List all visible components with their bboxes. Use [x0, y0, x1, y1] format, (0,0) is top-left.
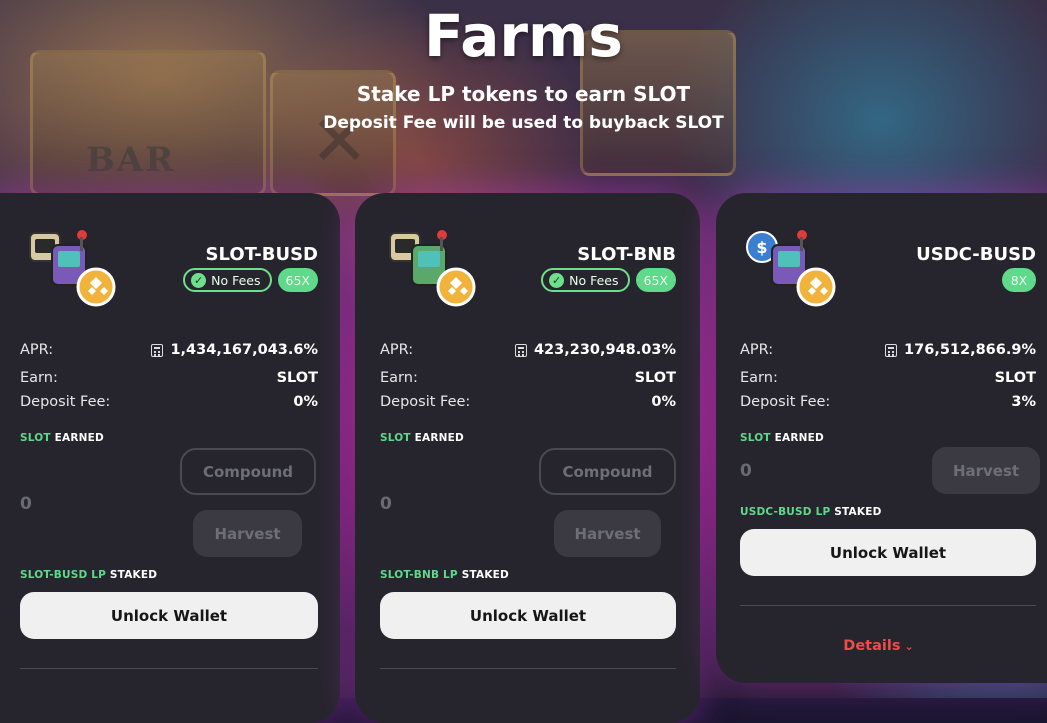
earned-value: 0: [380, 494, 392, 514]
deposit-fee-row: Deposit Fee: 0%: [20, 394, 318, 410]
earn-row: Earn: SLOT: [380, 370, 676, 386]
page-title: Farms: [424, 2, 623, 70]
farm-name: SLOT-BNB: [577, 244, 676, 265]
farm-card-usdc-busd: $ USDC-BUSD 8X APR: 176,512,866.9% Earn:…: [716, 193, 1047, 683]
staked-suffix-label: STAKED: [834, 506, 882, 518]
apr-value: 1,434,167,043.6%: [170, 342, 318, 358]
slot-machine-logo-icon: [29, 230, 116, 307]
apr-label: APR:: [380, 342, 414, 358]
check-circle-icon: ✓: [191, 272, 207, 288]
earned-value: 0: [20, 494, 32, 514]
staked-section-label: SLOT-BNB LP STAKED: [380, 569, 509, 581]
divider: [380, 668, 676, 669]
earned-suffix-label: EARNED: [774, 432, 824, 444]
details-toggle[interactable]: Details ⌄: [720, 638, 1037, 654]
reel-bar-symbol: BAR: [86, 140, 176, 180]
calculator-icon[interactable]: [514, 343, 527, 357]
earned-token-label: SLOT: [20, 432, 51, 444]
apr-row: APR: 423,230,948.03%: [380, 342, 676, 358]
compound-button[interactable]: Compound: [539, 448, 676, 495]
farm-badges: 8X: [1002, 268, 1036, 292]
farm-name: SLOT-BUSD: [205, 244, 318, 265]
apr-row: APR: 1,434,167,043.6%: [20, 342, 318, 358]
unlock-wallet-button[interactable]: Unlock Wallet: [20, 592, 318, 639]
farm-badges: ✓ No Fees 65X: [183, 268, 318, 292]
earned-section-label: SLOT EARNED: [380, 432, 464, 444]
no-fees-label: No Fees: [211, 272, 261, 288]
staked-suffix-label: STAKED: [461, 569, 509, 581]
staked-lp-label: SLOT-BUSD LP: [20, 569, 107, 581]
staked-lp-label: USDC-BUSD LP: [740, 506, 831, 518]
calculator-icon[interactable]: [885, 343, 898, 357]
earn-value: SLOT: [634, 370, 676, 386]
chevron-down-icon: ⌄: [904, 640, 914, 653]
page-subtitle: Stake LP tokens to earn SLOT: [356, 82, 691, 106]
no-fees-badge: ✓ No Fees: [541, 268, 630, 292]
earned-token-label: SLOT: [380, 432, 411, 444]
farm-name: USDC-BUSD: [916, 244, 1036, 265]
deposit-fee-row: Deposit Fee: 0%: [380, 394, 676, 410]
details-label: Details: [843, 638, 901, 654]
earn-value: SLOT: [276, 370, 318, 386]
deposit-fee-label: Deposit Fee:: [740, 394, 831, 410]
earned-value: 0: [740, 461, 752, 481]
page-note: Deposit Fee will be used to buyback SLOT: [323, 113, 724, 133]
earned-token-label: SLOT: [740, 432, 771, 444]
farm-card-slot-busd: SLOT-BUSD ✓ No Fees 65X APR: 1,434,167,0…: [0, 193, 340, 723]
earn-label: Earn:: [380, 370, 418, 386]
earned-suffix-label: EARNED: [414, 432, 464, 444]
unlock-wallet-button[interactable]: Unlock Wallet: [740, 529, 1036, 576]
staked-lp-label: SLOT-BNB LP: [380, 569, 458, 581]
earn-value: SLOT: [994, 370, 1036, 386]
earned-section-label: SLOT EARNED: [20, 432, 104, 444]
no-fees-badge: ✓ No Fees: [183, 268, 272, 292]
farm-badges: ✓ No Fees 65X: [541, 268, 676, 292]
apr-value: 176,512,866.9%: [904, 342, 1036, 358]
divider: [740, 605, 1036, 606]
apr-label: APR:: [740, 342, 774, 358]
harvest-button[interactable]: Harvest: [932, 447, 1040, 494]
multiplier-badge: 65X: [635, 268, 676, 292]
slot-machine-logo-icon: $: [746, 230, 836, 307]
calculator-icon[interactable]: [151, 343, 164, 357]
check-circle-icon: ✓: [549, 272, 565, 288]
staked-suffix-label: STAKED: [109, 569, 158, 581]
no-fees-label: No Fees: [569, 272, 619, 288]
earn-label: Earn:: [20, 370, 58, 386]
svg-text:$: $: [756, 238, 767, 257]
earn-row: Earn: SLOT: [740, 370, 1036, 386]
earn-label: Earn:: [740, 370, 778, 386]
harvest-button[interactable]: Harvest: [554, 510, 661, 557]
earn-row: Earn: SLOT: [20, 370, 318, 386]
deposit-fee-value: 0%: [293, 394, 318, 410]
multiplier-badge: 65X: [277, 268, 318, 292]
slot-machine-logo-icon: [389, 230, 476, 307]
deposit-fee-label: Deposit Fee:: [20, 394, 111, 410]
unlock-wallet-button[interactable]: Unlock Wallet: [380, 592, 676, 639]
apr-row: APR: 176,512,866.9%: [740, 342, 1036, 358]
deposit-fee-label: Deposit Fee:: [380, 394, 471, 410]
farm-card-slot-bnb: SLOT-BNB ✓ No Fees 65X APR: 423,230,948.…: [355, 193, 700, 723]
harvest-button[interactable]: Harvest: [193, 510, 302, 557]
apr-value: 423,230,948.03%: [533, 342, 676, 358]
staked-section-label: USDC-BUSD LP STAKED: [740, 506, 881, 518]
deposit-fee-value: 3%: [1011, 394, 1036, 410]
divider: [20, 668, 318, 669]
multiplier-badge: 8X: [1002, 268, 1036, 292]
deposit-fee-row: Deposit Fee: 3%: [740, 394, 1036, 410]
staked-section-label: SLOT-BUSD LP STAKED: [20, 569, 157, 581]
earned-section-label: SLOT EARNED: [740, 432, 824, 444]
earned-suffix-label: EARNED: [54, 432, 104, 444]
apr-label: APR:: [20, 342, 54, 358]
deposit-fee-value: 0%: [651, 394, 676, 410]
compound-button[interactable]: Compound: [180, 448, 316, 495]
